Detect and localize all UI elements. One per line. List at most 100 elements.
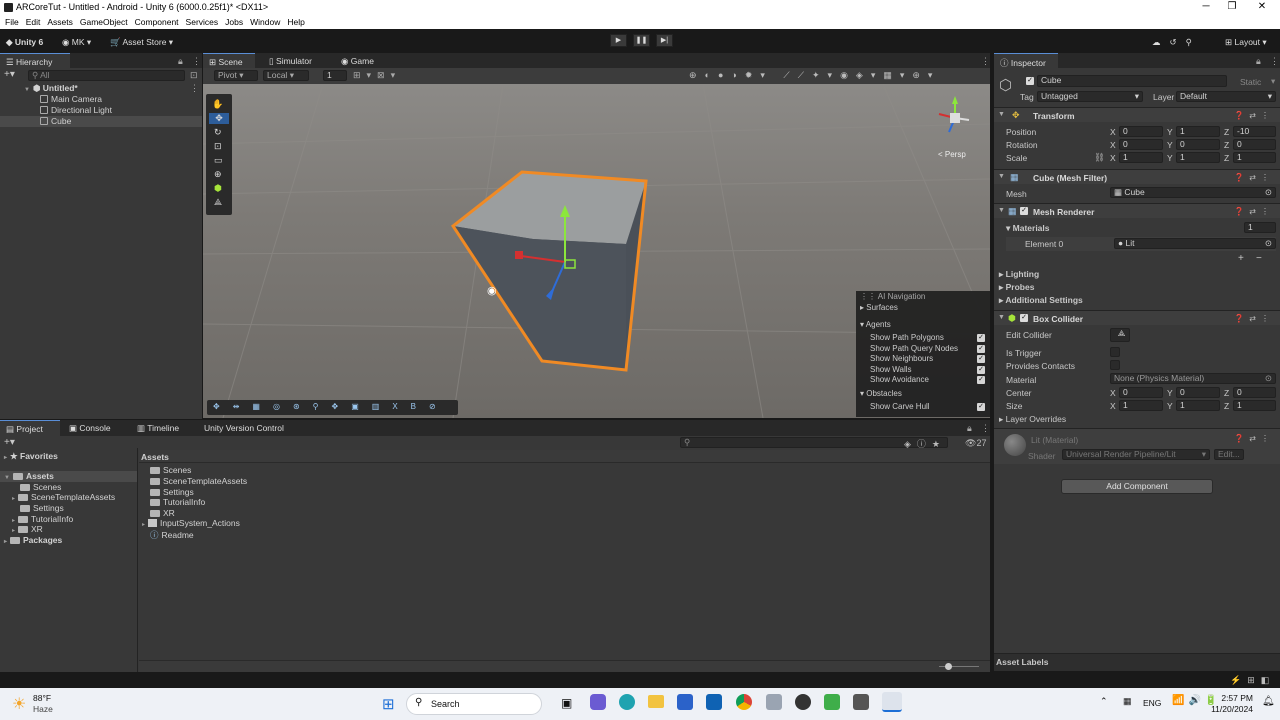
assets-tree-item[interactable]: ▼ Assets xyxy=(0,471,137,482)
component-controls-icons[interactable]: ❓⇄⋮ xyxy=(1234,173,1274,182)
mesh-renderer-header[interactable]: ▼ ▦ ✓ Mesh Renderer ❓⇄⋮ xyxy=(994,203,1280,218)
bottom-menu-icon[interactable]: ⋮ xyxy=(981,423,990,434)
menu-edit[interactable]: Edit xyxy=(26,17,41,27)
rotation-z-field[interactable]: 0 xyxy=(1233,139,1276,150)
minimize-icon[interactable]: ─ xyxy=(1196,1,1216,13)
tray-chevron-icon[interactable]: ⌃ xyxy=(1100,696,1108,707)
add-object-button[interactable]: +▾ xyxy=(4,69,15,80)
surfaces-foldout[interactable]: ▸ Surfaces xyxy=(860,303,898,312)
component-controls-icons[interactable]: ❓⇄⋮ xyxy=(1234,207,1274,216)
store-icon[interactable] xyxy=(677,694,693,710)
clock-date[interactable]: 11/20/2024 xyxy=(1209,704,1253,714)
file-item-scenes[interactable]: Scenes xyxy=(150,465,191,476)
box-collider-tool-icon[interactable]: ⬢ xyxy=(214,183,222,194)
object-active-checkbox[interactable]: ✓ xyxy=(1026,77,1034,85)
position-z-field[interactable]: -10 xyxy=(1233,126,1276,137)
task-view-icon[interactable]: ▣ xyxy=(561,696,572,710)
size-x-field[interactable]: 1 xyxy=(1119,400,1163,411)
show-carve-hull-checkbox[interactable]: ✓ xyxy=(977,403,985,411)
rotate-tool-icon[interactable]: ↻ xyxy=(214,127,222,138)
menu-window[interactable]: Window xyxy=(250,17,280,27)
inspector-lock-icon[interactable]: 🔒︎ xyxy=(1256,56,1261,67)
show-avoidance-checkbox[interactable]: ✓ xyxy=(977,376,985,384)
mesh-field[interactable]: ▦ Cube ⊙ xyxy=(1110,187,1276,198)
pivot-dropdown[interactable]: Pivot ▾ xyxy=(214,70,258,81)
toolbar-right-icons[interactable]: ☁↺⚲ xyxy=(1152,37,1201,48)
unity-editor-taskbar-icon[interactable] xyxy=(882,692,902,712)
file-item-scenetemplateassets[interactable]: SceneTemplateAssets xyxy=(150,476,247,487)
hierarchy-search-input[interactable]: ⚲ All xyxy=(28,70,185,81)
rect-tool-icon[interactable]: ▭ xyxy=(214,155,223,166)
hierarchy-item-main-camera[interactable]: Main Camera xyxy=(40,94,102,105)
file-item-readme[interactable]: ⓘ Readme xyxy=(150,529,194,540)
outlook-icon[interactable] xyxy=(706,694,722,710)
element-0-field[interactable]: ● Lit ⊙ xyxy=(1114,238,1276,249)
search-filter-icon[interactable]: ⊡ xyxy=(190,70,198,81)
play-button[interactable]: ▶ xyxy=(610,34,627,47)
tab-unity-version-control[interactable]: Unity Version Control xyxy=(198,420,290,436)
center-x-field[interactable]: 0 xyxy=(1119,387,1163,398)
tab-game[interactable]: ◉ Game xyxy=(335,53,380,69)
account-button[interactable]: ◉ MK ▾ xyxy=(62,37,91,48)
grid-snap-icons[interactable]: ⊞▾⊠▾ xyxy=(353,70,401,81)
asset-store-button[interactable]: 🛒 Asset Store ▾ xyxy=(110,37,173,48)
edge-icon[interactable] xyxy=(619,694,635,710)
scale-x-field[interactable]: 1 xyxy=(1119,152,1163,163)
tray-app-icon[interactable]: ▦ xyxy=(1123,696,1132,707)
menu-gameobject[interactable]: GameObject xyxy=(80,17,128,27)
grid-size-field[interactable]: 1 xyxy=(323,70,347,81)
box-collider-header[interactable]: ▼ ⬢ ✓ Box Collider ❓⇄⋮ xyxy=(994,310,1280,325)
edit-collider-button[interactable]: ⟁ xyxy=(1110,328,1130,342)
lock-icon[interactable]: 🔒︎ xyxy=(178,56,183,67)
project-filter-icons[interactable]: ◈ⓘ★ xyxy=(904,437,946,450)
shader-dropdown[interactable]: Universal Render Pipeline/Lit ▾ xyxy=(1062,449,1210,460)
perspective-label[interactable]: < Persp xyxy=(938,150,966,159)
tab-scene[interactable]: ⊞ Scene xyxy=(203,53,255,69)
edit-collider-tool-icon[interactable]: ⟁ xyxy=(214,197,222,208)
provides-contacts-checkbox[interactable] xyxy=(1110,360,1120,370)
materials-foldout[interactable]: ▾ Materials xyxy=(1006,223,1050,234)
is-trigger-checkbox[interactable] xyxy=(1110,347,1120,357)
component-controls-icons[interactable]: ❓⇄⋮ xyxy=(1234,111,1274,120)
file-explorer-icon[interactable] xyxy=(648,695,664,708)
rotation-x-field[interactable]: 0 xyxy=(1119,139,1163,150)
project-add-button[interactable]: +▾ xyxy=(4,437,15,448)
editor-app-icon[interactable] xyxy=(824,694,840,710)
tree-item-xr[interactable]: ▸ XR xyxy=(12,524,43,535)
materials-count-field[interactable]: 1 xyxy=(1244,222,1276,233)
hierarchy-item-directional-light[interactable]: Directional Light xyxy=(40,105,112,116)
step-button[interactable]: ▶| xyxy=(656,34,673,47)
menu-assets[interactable]: Assets xyxy=(47,17,73,27)
tree-item-scenetemplateassets[interactable]: ▸ SceneTemplateAssets xyxy=(12,492,115,503)
menu-jobs[interactable]: Jobs xyxy=(225,17,243,27)
transform-tool-icon[interactable]: ⊕ xyxy=(214,169,222,180)
layer-overrides-foldout[interactable]: ▸ Layer Overrides xyxy=(999,414,1066,425)
teams-icon[interactable] xyxy=(590,694,606,710)
static-toggle[interactable]: Static xyxy=(1240,77,1261,87)
scale-tool-icon[interactable]: ⊡ xyxy=(214,141,222,152)
status-bar-icons[interactable]: ⚡⊞◧ xyxy=(1230,675,1275,686)
notifications-icon[interactable]: 🔔︎ xyxy=(1262,696,1275,707)
position-x-field[interactable]: 0 xyxy=(1119,126,1163,137)
pause-button[interactable]: ❚❚ xyxy=(633,34,650,47)
object-name-field[interactable]: Cube xyxy=(1037,75,1227,87)
show-path-polygons-checkbox[interactable]: ✓ xyxy=(977,334,985,342)
tab-project[interactable]: ▤ Project xyxy=(0,420,60,436)
center-y-field[interactable]: 0 xyxy=(1176,387,1220,398)
obstacles-foldout[interactable]: ▾ Obstacles xyxy=(860,389,902,398)
tab-hierarchy[interactable]: ☰ Hierarchy xyxy=(0,53,70,69)
center-z-field[interactable]: 0 xyxy=(1233,387,1276,398)
file-item-tutorialinfo[interactable]: TutorialInfo xyxy=(150,497,205,508)
unity-hub-icon[interactable] xyxy=(853,694,869,710)
remove-material-button[interactable]: − xyxy=(1256,253,1262,264)
shader-edit-button[interactable]: Edit... xyxy=(1214,449,1244,460)
hand-tool-icon[interactable]: ✋ xyxy=(212,99,223,110)
scale-y-field[interactable]: 1 xyxy=(1176,152,1220,163)
layer-dropdown[interactable]: Default ▾ xyxy=(1176,91,1276,102)
local-dropdown[interactable]: Local ▾ xyxy=(263,70,309,81)
maximize-icon[interactable]: ❐ xyxy=(1222,1,1242,13)
add-material-button[interactable]: + xyxy=(1238,253,1244,264)
zoom-slider-handle[interactable] xyxy=(945,663,952,670)
box-collider-enabled-checkbox[interactable]: ✓ xyxy=(1020,314,1028,322)
lighting-foldout[interactable]: ▸ Lighting xyxy=(999,269,1039,280)
